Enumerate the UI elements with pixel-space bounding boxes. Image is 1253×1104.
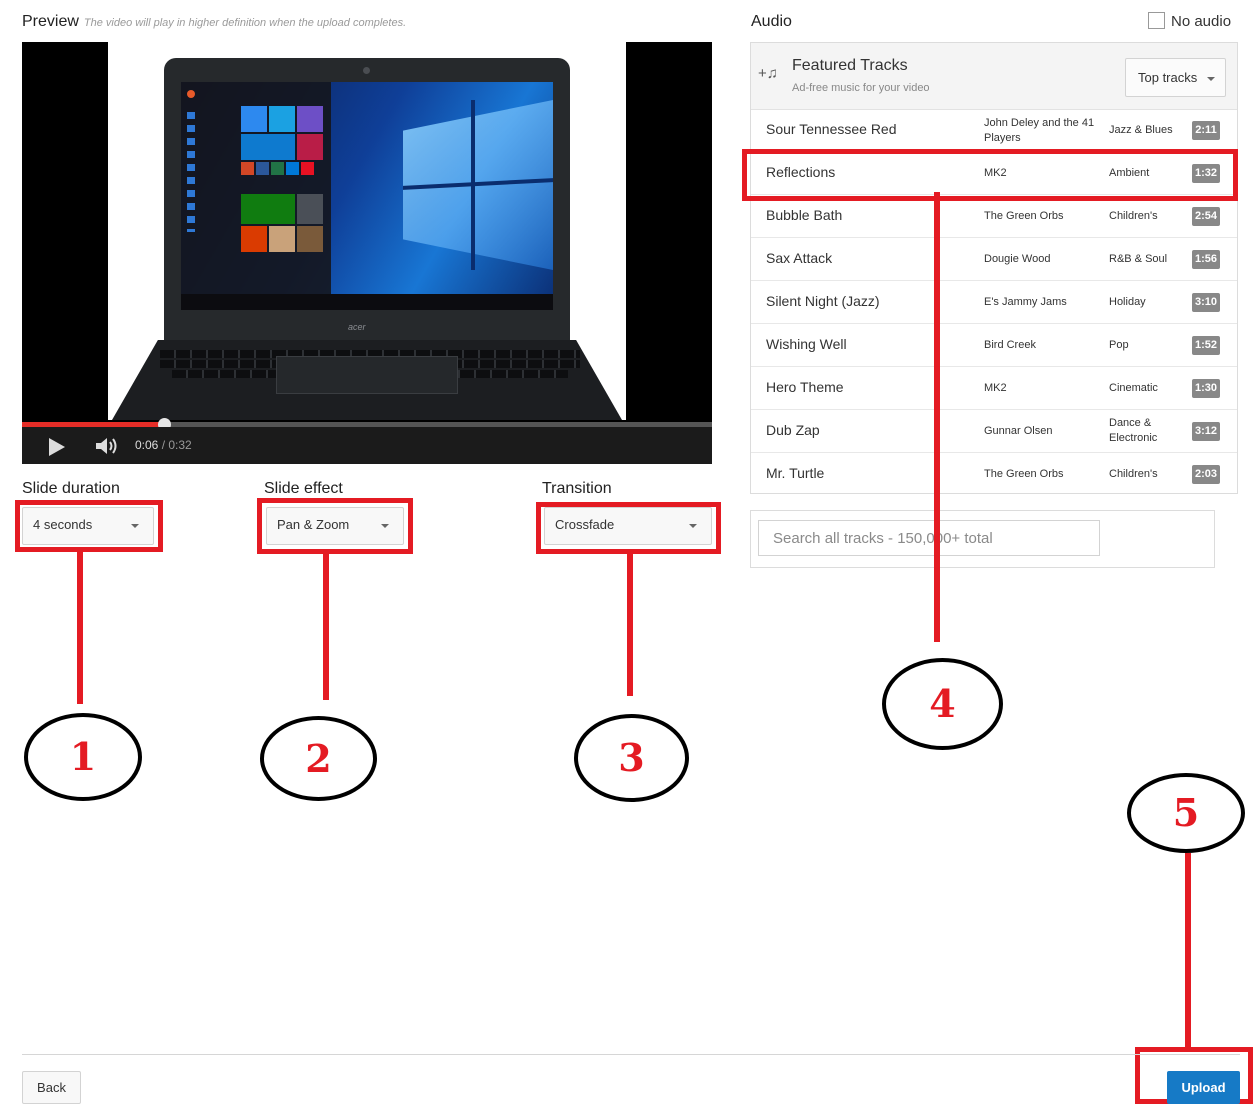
track-artist: MK2: [984, 382, 1007, 394]
track-title: Hero Theme: [766, 379, 844, 395]
track-row[interactable]: Wishing Well Bird Creek Pop 1:52: [751, 324, 1237, 367]
track-genre: Holiday: [1109, 296, 1146, 308]
video-player[interactable]: acer 0:06 / 0:32: [22, 42, 712, 464]
track-duration: 3:10: [1192, 293, 1220, 312]
track-row[interactable]: Sax Attack Dougie Wood R&B & Soul 1:56: [751, 238, 1237, 281]
checkbox-icon[interactable]: [1148, 12, 1165, 29]
track-genre: Children's: [1109, 210, 1158, 222]
transition-label: Transition: [542, 480, 612, 497]
chevron-down-icon: [1207, 77, 1215, 81]
featured-subtitle: Ad-free music for your video: [792, 82, 930, 94]
track-title: Sax Attack: [766, 250, 833, 266]
annotation-line-3: [627, 554, 633, 696]
laptop-image: acer: [164, 58, 570, 348]
annotation-marker-4: 4: [882, 658, 1003, 750]
time-total: / 0:32: [161, 438, 192, 452]
track-duration: 2:03: [1192, 465, 1220, 484]
track-duration: 1:30: [1192, 379, 1220, 398]
track-title: Wishing Well: [766, 336, 847, 352]
no-audio-label: No audio: [1171, 13, 1232, 30]
featured-title: Featured Tracks: [792, 57, 908, 74]
slide-effect-label: Slide effect: [264, 480, 343, 497]
track-title: Sour Tennessee Red: [766, 121, 897, 137]
upload-button[interactable]: Upload: [1167, 1071, 1240, 1104]
track-genre: Children's: [1109, 468, 1158, 480]
audio-title: Audio: [751, 13, 792, 30]
annotation-box-2: [257, 498, 413, 554]
slide-duration-label: Slide duration: [22, 480, 120, 497]
track-duration: 2:11: [1192, 121, 1220, 140]
preview-note: The video will play in higher definition…: [83, 17, 407, 29]
no-audio-checkbox[interactable]: No audio: [1148, 12, 1231, 30]
add-music-icon: +♫: [758, 65, 779, 82]
annotation-line-4: [934, 192, 940, 642]
track-genre: Dance & Electronic: [1109, 417, 1158, 444]
annotation-line-5: [1185, 853, 1191, 1049]
track-artist: The Green Orbs: [984, 468, 1064, 480]
back-button[interactable]: Back: [22, 1071, 81, 1104]
track-artist: Gunnar Olsen: [984, 425, 1053, 437]
track-artist: E's Jammy Jams: [984, 296, 1067, 308]
annotation-marker-3: 3: [574, 714, 689, 802]
video-frame: acer: [108, 42, 626, 420]
annotation-box-3: [536, 502, 721, 554]
track-genre: Pop: [1109, 339, 1129, 351]
track-title: Mr. Turtle: [766, 465, 825, 481]
annotation-line-1: [77, 552, 83, 704]
audio-track-panel: +♫ Featured Tracks Ad-free music for you…: [750, 42, 1238, 494]
time-current: 0:06: [135, 438, 159, 452]
track-search-input[interactable]: [758, 520, 1100, 556]
time-display: 0:06 / 0:32: [135, 438, 192, 452]
annotation-line-2: [323, 554, 329, 700]
laptop-touchpad: [276, 356, 458, 394]
track-title: Dub Zap: [766, 422, 820, 438]
player-controls: 0:06 / 0:32: [22, 427, 712, 464]
track-artist: The Green Orbs: [984, 210, 1064, 222]
track-search-area: [750, 510, 1215, 568]
top-tracks-label: Top tracks: [1138, 70, 1198, 85]
track-duration: 1:52: [1192, 336, 1220, 355]
track-artist: John Deley and the 41 Players: [984, 117, 1095, 144]
track-title: Silent Night (Jazz): [766, 293, 880, 309]
track-artist: Dougie Wood: [984, 253, 1051, 265]
track-row[interactable]: Sour Tennessee Red John Deley and the 41…: [751, 109, 1237, 152]
annotation-marker-2: 2: [260, 716, 377, 801]
featured-tracks-header: +♫ Featured Tracks Ad-free music for you…: [751, 43, 1237, 110]
annotation-box-1: [15, 500, 163, 552]
track-row[interactable]: Silent Night (Jazz) E's Jammy Jams Holid…: [751, 281, 1237, 324]
track-duration: 1:56: [1192, 250, 1220, 269]
volume-icon[interactable]: [96, 437, 124, 455]
track-genre: Jazz & Blues: [1109, 124, 1173, 136]
play-icon[interactable]: [49, 438, 65, 456]
preview-heading: Preview The video will play in higher def…: [22, 13, 406, 31]
track-artist: Bird Creek: [984, 339, 1036, 351]
track-row[interactable]: Dub Zap Gunnar Olsen Dance & Electronic …: [751, 410, 1237, 453]
track-row[interactable]: Mr. Turtle The Green Orbs Children's 2:0…: [751, 453, 1237, 496]
track-genre: Cinematic: [1109, 382, 1158, 394]
annotation-marker-5: 5: [1127, 773, 1245, 853]
annotation-marker-1: 1: [24, 713, 142, 801]
track-title: Bubble Bath: [766, 207, 843, 223]
footer-divider: [22, 1054, 1240, 1055]
annotation-box-4: [742, 149, 1238, 201]
track-duration: 3:12: [1192, 422, 1220, 441]
track-row[interactable]: Hero Theme MK2 Cinematic 1:30: [751, 367, 1237, 410]
preview-title: Preview: [22, 13, 79, 30]
track-duration: 2:54: [1192, 207, 1220, 226]
top-tracks-button[interactable]: Top tracks: [1125, 58, 1226, 97]
track-row[interactable]: Bubble Bath The Green Orbs Children's 2:…: [751, 195, 1237, 238]
laptop-brand-logo: acer: [348, 322, 366, 332]
track-genre: R&B & Soul: [1109, 253, 1168, 265]
